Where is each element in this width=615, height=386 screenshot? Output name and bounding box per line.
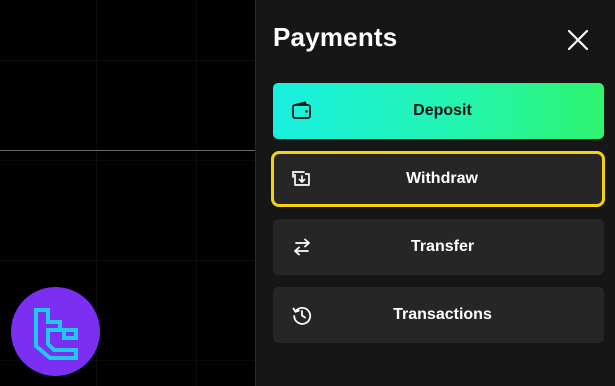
panel-title: Payments [273,22,398,52]
deposit-label: Deposit [413,102,472,119]
price-line [0,150,256,151]
transactions-label: Transactions [393,306,492,323]
app-screen: Payments Deposit Withdraw Transfer Trans… [0,0,615,386]
brand-logo[interactable] [11,287,100,376]
payments-panel: Payments Deposit Withdraw Transfer Trans… [255,0,615,386]
withdraw-button[interactable]: Withdraw [271,151,605,207]
withdraw-label: Withdraw [406,170,478,187]
deposit-button[interactable]: Deposit [273,83,604,139]
transactions-button[interactable]: Transactions [273,287,604,343]
transfer-button[interactable]: Transfer [273,219,604,275]
transfer-label: Transfer [410,238,475,255]
close-button[interactable] [564,26,592,54]
brand-logo-icon [33,307,78,360]
close-icon [567,29,589,51]
